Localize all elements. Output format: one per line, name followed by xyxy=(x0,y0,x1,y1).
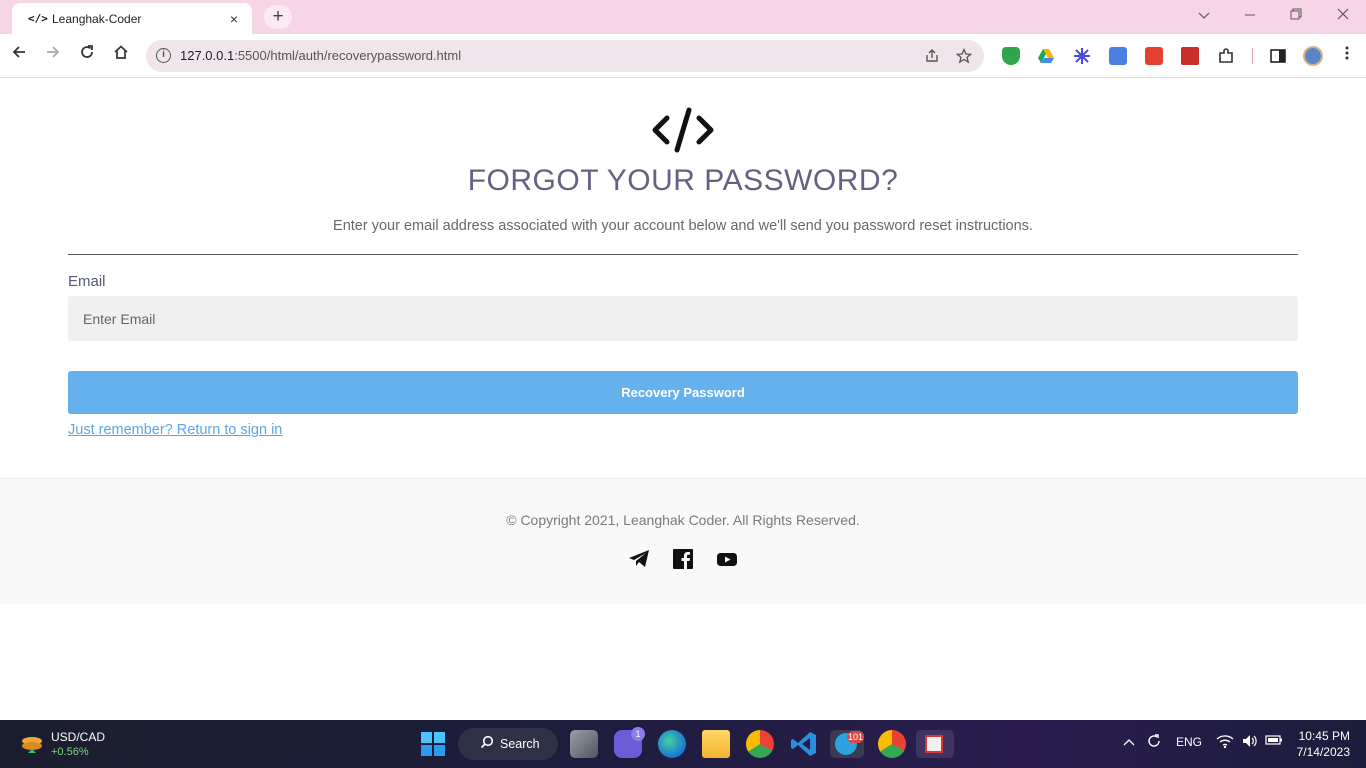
extension-flower-icon[interactable] xyxy=(1073,47,1091,65)
url-text[interactable]: 127.0.0.1:5500/html/auth/recoverypasswor… xyxy=(180,48,461,63)
edge-icon[interactable] xyxy=(658,730,686,758)
side-panel-icon[interactable] xyxy=(1269,47,1287,65)
new-tab-button[interactable]: + xyxy=(264,5,292,29)
telegram-badge: 101 xyxy=(847,731,864,743)
return-to-sign-in-link[interactable]: Just remember? Return to sign in xyxy=(68,422,282,438)
windows-start-icon[interactable] xyxy=(421,732,445,756)
forward-icon[interactable] xyxy=(41,44,65,68)
telegram-icon[interactable] xyxy=(628,549,649,569)
tab-search-icon[interactable] xyxy=(1181,0,1227,30)
page-description: Enter your email address associated with… xyxy=(333,218,1033,234)
browser-toolbar: i 127.0.0.1:5500/html/auth/recoverypassw… xyxy=(0,34,1366,78)
todoist-icon[interactable] xyxy=(1145,47,1163,65)
battery-icon[interactable] xyxy=(1265,734,1283,749)
clock-time: 10:45 PM xyxy=(1298,729,1350,743)
bookmark-star-icon[interactable] xyxy=(955,46,973,68)
divider xyxy=(68,254,1298,255)
volume-icon[interactable] xyxy=(1241,733,1259,752)
email-label: Email xyxy=(68,273,106,290)
footer: © Copyright 2021, Leanghak Coder. All Ri… xyxy=(0,478,1366,604)
facebook-icon[interactable] xyxy=(673,549,693,569)
recovery-password-button[interactable]: Recovery Password xyxy=(68,371,1298,414)
widget-symbol[interactable]: USD/CAD xyxy=(51,730,105,744)
code-icon xyxy=(651,106,715,154)
puzzle-icon[interactable] xyxy=(1217,47,1235,65)
toolbar-separator xyxy=(1252,48,1253,64)
search-label: Search xyxy=(500,737,540,751)
file-explorer-icon[interactable] xyxy=(702,730,730,758)
google-drive-icon[interactable] xyxy=(1037,47,1055,65)
teams-badge: 1 xyxy=(631,727,645,741)
page-title: FORGOT YOUR PASSWORD? xyxy=(467,164,899,197)
clock-date: 7/14/2023 xyxy=(1296,745,1350,759)
address-bar[interactable]: i 127.0.0.1:5500/html/auth/recoverypassw… xyxy=(146,40,984,72)
browser-menu-icon[interactable] xyxy=(1335,44,1359,68)
google-translate-icon[interactable] xyxy=(1109,47,1127,65)
task-view-icon[interactable] xyxy=(570,730,598,758)
chrome-profile-icon[interactable] xyxy=(878,730,906,758)
language-indicator[interactable]: ENG xyxy=(1176,735,1202,749)
tab-title: Leanghak-Coder xyxy=(52,11,142,26)
chrome-icon[interactable] xyxy=(746,730,774,758)
shield-extension-icon[interactable] xyxy=(1002,47,1020,65)
widget-change: +0.56% xyxy=(51,746,89,758)
share-icon[interactable] xyxy=(924,46,940,68)
taskbar: USD/CAD +0.56% Search 1 101 ENG 10:45 PM… xyxy=(0,720,1366,768)
sync-icon[interactable] xyxy=(1146,733,1162,752)
clock[interactable]: 10:45 PM 7/14/2023 xyxy=(1297,728,1350,760)
email-field[interactable] xyxy=(68,296,1298,341)
restore-icon[interactable] xyxy=(1273,0,1319,30)
active-tab[interactable]: </> Leanghak-Coder × xyxy=(12,3,252,34)
site-info-icon[interactable]: i xyxy=(156,48,171,63)
browser-tab-strip: </> Leanghak-Coder × + xyxy=(0,0,1366,34)
bookmark-extension-icon[interactable] xyxy=(1181,47,1199,65)
youtube-icon[interactable] xyxy=(717,549,737,569)
copyright-text: © Copyright 2021, Leanghak Coder. All Ri… xyxy=(506,512,860,528)
active-app-icon[interactable] xyxy=(916,730,954,758)
show-hidden-icons-icon[interactable] xyxy=(1123,735,1135,749)
close-window-icon[interactable] xyxy=(1320,0,1366,30)
currency-widget-icon[interactable] xyxy=(20,733,42,753)
search-icon xyxy=(480,735,494,752)
home-icon[interactable] xyxy=(109,44,133,68)
taskbar-search[interactable]: Search xyxy=(458,728,558,760)
tab-close-icon[interactable]: × xyxy=(226,11,242,27)
minimize-icon[interactable] xyxy=(1227,0,1273,30)
back-icon[interactable] xyxy=(7,44,31,68)
reload-icon[interactable] xyxy=(75,44,99,68)
vscode-icon[interactable] xyxy=(790,730,818,758)
profile-avatar[interactable] xyxy=(1303,46,1323,66)
tab-favicon: </> xyxy=(28,12,48,25)
wifi-icon[interactable] xyxy=(1216,733,1234,752)
